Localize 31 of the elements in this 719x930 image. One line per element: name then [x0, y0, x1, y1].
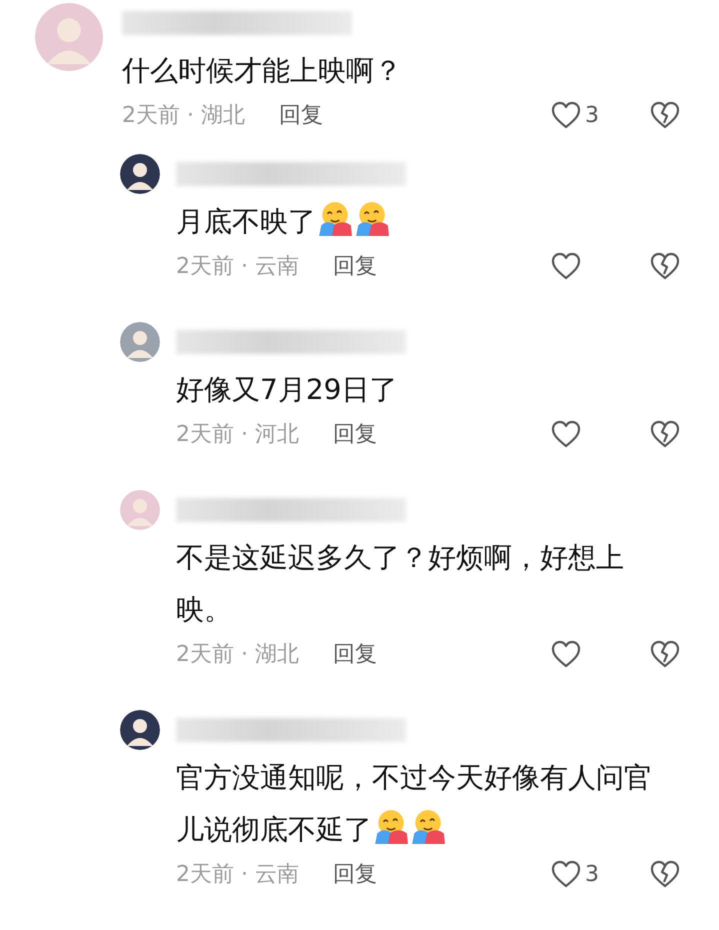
comment-text: 好像又7月29日了: [176, 372, 398, 408]
like-heart-icon[interactable]: [551, 420, 581, 448]
hugging-face-emoji-icon: [354, 200, 390, 236]
reply-button[interactable]: 回复: [332, 419, 377, 449]
like-heart-icon[interactable]: [551, 101, 581, 129]
comment-text: 官方没通知呢，不过今天好像有人问官儿说彻底不延了: [176, 760, 653, 848]
time-location: 2天前 · 河北: [176, 421, 299, 449]
like-heart-icon[interactable]: [551, 860, 581, 888]
broken-heart-icon[interactable]: [650, 252, 680, 280]
hugging-face-emoji-icon: [317, 200, 353, 236]
time-location: 2天前 · 湖北: [176, 641, 299, 669]
hugging-face-emoji-icon: [410, 808, 446, 844]
comment-text: 不是这延迟多久了？好烦啊，好想上映。: [176, 540, 625, 628]
broken-heart-icon[interactable]: [650, 860, 680, 888]
time-location: 2天前 · 云南: [176, 861, 299, 889]
reply-button[interactable]: 回复: [278, 100, 323, 130]
time-location: 2天前 · 云南: [176, 253, 299, 281]
like-count: 3: [585, 862, 599, 886]
like-heart-icon[interactable]: [551, 640, 581, 668]
time-location: 2天前 · 湖北: [122, 102, 245, 130]
hugging-face-emoji-icon: [373, 808, 409, 844]
broken-heart-icon[interactable]: [650, 420, 680, 448]
broken-heart-icon[interactable]: [650, 640, 680, 668]
comment-text: 月底不映了: [176, 196, 656, 248]
reply-button[interactable]: 回复: [332, 639, 377, 669]
reply-button[interactable]: 回复: [332, 251, 377, 281]
like-heart-icon[interactable]: [551, 252, 581, 280]
broken-heart-icon[interactable]: [650, 101, 680, 129]
like-count: 3: [585, 102, 599, 128]
comment-text: 什么时候才能上映啊？: [122, 53, 403, 89]
reply-button[interactable]: 回复: [332, 859, 377, 889]
